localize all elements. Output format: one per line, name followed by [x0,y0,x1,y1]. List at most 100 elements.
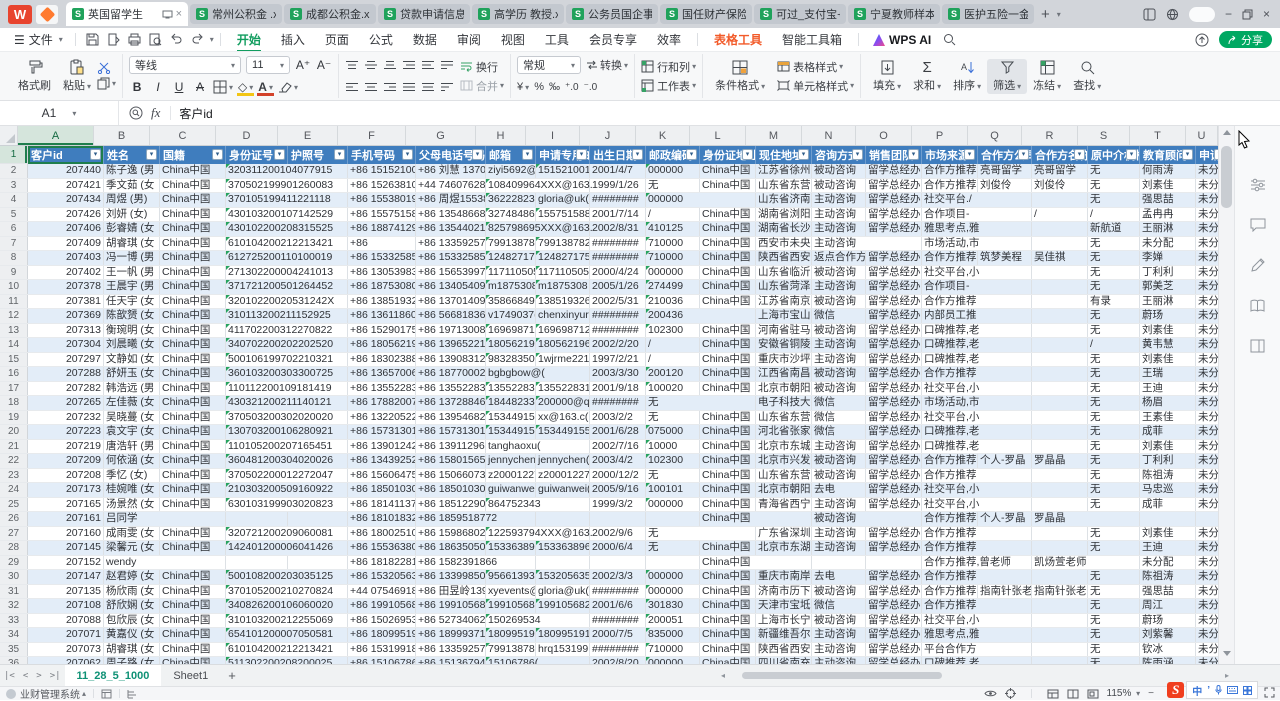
cell[interactable] [1032,353,1088,367]
cell[interactable] [536,657,590,664]
filter-dropdown-icon[interactable]: ▾ [402,149,413,160]
cell[interactable]: 主动咨询 [812,338,866,352]
cell[interactable]: 864752343 [486,498,536,512]
cell[interactable]: ######## [590,396,646,410]
cell[interactable]: 320721200209060081 [226,527,288,541]
cell[interactable]: 周子路 (女 [104,657,160,664]
cell[interactable] [978,483,1032,497]
cell[interactable]: 无 [1088,411,1140,425]
cell[interactable]: 舒欣娴 (女 [104,599,160,613]
cell[interactable]: +86 56681836 [416,309,486,323]
cell[interactable]: 130703200106280921 [226,425,288,439]
cell[interactable]: 124827175 [536,251,590,265]
header-cell[interactable]: 合作方名称▾ [1032,146,1088,164]
row-header-12[interactable]: 12 [0,309,28,323]
cell[interactable]: jennychen( [536,454,590,468]
cell[interactable]: 西安市未央 [756,237,812,251]
cell[interactable]: +44 07546918 [348,585,416,599]
filter-dropdown-icon[interactable]: ▾ [964,149,975,160]
cell[interactable]: 199105682 [486,599,536,613]
cell[interactable]: 2002/8/31 [590,222,646,236]
minimize-button[interactable]: − [1225,8,1232,20]
cell[interactable]: 主动咨询 [812,440,866,454]
cell[interactable] [978,266,1032,280]
cell[interactable]: 北京市东湖 [756,541,812,555]
cell[interactable] [978,614,1032,628]
header-cell[interactable]: 姓名▾ [104,146,160,164]
cell[interactable]: ######## [590,251,646,265]
number-format-select[interactable]: 常规▾ [517,56,581,74]
cell[interactable]: 无 [1088,179,1140,193]
cell[interactable]: 310103200212255069 [226,614,288,628]
cell[interactable]: 169698712 [486,324,536,338]
cell[interactable]: China中国 [700,367,756,381]
cell[interactable]: +86 18056219 [348,338,416,352]
cell[interactable]: 180995191 [486,628,536,642]
new-tab-menu-icon[interactable]: ▾ [1057,10,1061,19]
cell[interactable]: 舒妍玉 (女 [104,367,160,381]
cell[interactable] [700,527,756,541]
cell[interactable]: 142401200006041426 [226,541,288,555]
cell[interactable]: 留学总经办 [866,643,922,657]
cell[interactable]: 留学总经办 [866,396,922,410]
cell[interactable]: China中国 [700,251,756,265]
cell[interactable]: 未分配 [1196,657,1218,664]
cell[interactable]: 18448233( [486,396,536,410]
cell[interactable]: bgbgbow@( [486,367,536,381]
cell[interactable]: 合作方推荐 [922,541,978,555]
cell[interactable]: 未分配 [1196,237,1218,251]
cell[interactable]: 000000 [646,266,700,280]
cell[interactable]: 153449155 [486,425,536,439]
restore-button[interactable] [1242,9,1253,20]
cell[interactable]: 2003/2/2 [590,411,646,425]
cell[interactable]: 被动咨询 [812,585,866,599]
row-header-29[interactable]: 29 [0,556,28,570]
cell[interactable] [226,556,288,570]
search-icon[interactable] [939,33,960,46]
cell[interactable]: 180562196 [536,338,590,352]
cell[interactable]: 留学总经办 [866,657,922,664]
cell[interactable]: 630103199903020823 [226,498,288,512]
cell[interactable]: China中国 [160,483,226,497]
cell[interactable]: 未分配 [1196,266,1218,280]
save-icon[interactable] [82,33,103,46]
account-pill[interactable] [1189,7,1215,22]
cell[interactable]: xyevents@ [486,585,536,599]
cell[interactable]: 未分配 [1196,585,1218,599]
cell[interactable]: 无 [1088,324,1140,338]
column-header-L[interactable]: L [690,126,746,145]
column-header-T[interactable]: T [1130,126,1186,145]
cell[interactable]: China中国 [160,280,226,294]
column-header-S[interactable]: S [1078,126,1130,145]
row-header-33[interactable]: 33 [0,614,28,628]
cell[interactable]: 511302200208200025 [226,657,288,664]
cell[interactable]: 411702200312270822 [226,324,288,338]
cell[interactable]: tanghaoxu( [486,440,536,454]
document-tab[interactable]: S英国留学生× [66,2,188,26]
cell[interactable]: 360481200304020026 [226,454,288,468]
cell[interactable]: 000000 [646,585,700,599]
cell[interactable]: 口碑推荐,老 [922,657,978,664]
cell[interactable]: 左佳薇 (女 [104,396,160,410]
cell[interactable]: 000000 [646,498,700,512]
cell[interactable]: 山东省东营 [756,179,812,193]
cell[interactable]: 未分配 [1196,628,1218,642]
cell[interactable]: 成菲 [1140,425,1196,439]
header-cell[interactable]: 合作方公司▾ [978,146,1032,164]
cell[interactable]: 合作方推荐 [922,585,978,599]
cell[interactable]: 未分配 [1196,556,1218,570]
cell[interactable]: 筑梦美程 [978,251,1032,265]
cell[interactable]: 微信 [812,411,866,425]
cell[interactable]: 被动咨询 [812,164,866,178]
header-cell[interactable]: 申请顾问▾ [1196,146,1218,164]
clear-format-button[interactable]: ▾ [278,81,298,93]
cell[interactable] [288,512,348,526]
cell[interactable]: 825798695XXX@163. [486,222,536,236]
redo-icon[interactable] [187,33,208,46]
cell[interactable]: v1749037( [486,309,536,323]
column-header-A[interactable]: A [18,126,94,145]
cell[interactable]: 留学总经办 [866,411,922,425]
header-cell[interactable]: 父母电话号码▾ [416,146,486,164]
cell[interactable] [978,628,1032,642]
cell[interactable]: 留学总经办 [866,179,922,193]
